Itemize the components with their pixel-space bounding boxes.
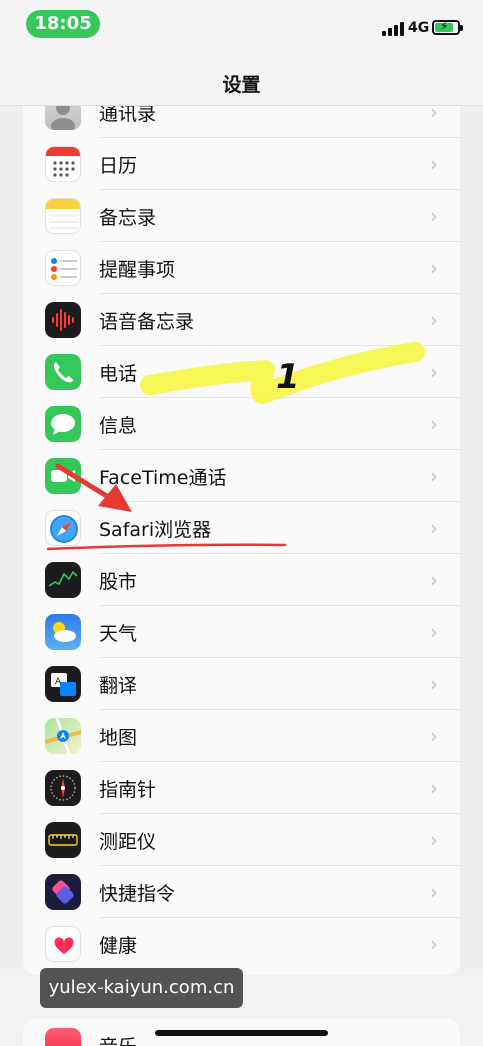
chevron-right-icon: › (430, 204, 438, 228)
settings-row-label: 电话 (99, 363, 138, 385)
settings-row-stocks[interactable]: 股市 › (23, 554, 460, 606)
battery-icon: ⚡ (432, 19, 463, 35)
messages-icon (45, 406, 81, 442)
contacts-icon (45, 106, 81, 130)
chevron-right-icon: › (430, 412, 438, 436)
phone-icon (45, 354, 81, 390)
settings-row-label: 天气 (99, 623, 138, 645)
svg-text:A: A (55, 677, 62, 687)
calendar-icon (45, 146, 81, 182)
shortcuts-icon (45, 874, 81, 910)
settings-row-safari[interactable]: Safari浏览器 › (23, 502, 460, 554)
settings-row-weather[interactable]: 天气 › (23, 606, 460, 658)
settings-row-label: 备忘录 (99, 207, 157, 229)
chevron-right-icon: › (430, 776, 438, 800)
notes-icon (45, 198, 81, 234)
home-indicator[interactable] (155, 1030, 328, 1036)
settings-row-label: 日历 (99, 155, 138, 177)
music-icon (45, 1028, 81, 1046)
settings-row-label: 提醒事项 (99, 259, 176, 281)
chevron-right-icon: › (430, 828, 438, 852)
compass-icon (45, 770, 81, 806)
maps-icon (45, 718, 81, 754)
status-bar: 18:05 4G ⚡ (0, 0, 483, 52)
chevron-right-icon: › (430, 516, 438, 540)
network-type: 4G (408, 20, 430, 36)
watermark: yulex-kaiyun.com.cn (40, 968, 243, 1008)
settings-row-calendar[interactable]: 日历 › (23, 138, 460, 190)
settings-row-label: 信息 (99, 415, 138, 437)
chevron-right-icon: › (430, 568, 438, 592)
chevron-right-icon: › (430, 672, 438, 696)
settings-row-label: Safari浏览器 (99, 519, 212, 541)
settings-row-label: 通讯录 (99, 106, 157, 125)
settings-row-messages[interactable]: 信息 › (23, 398, 460, 450)
chevron-right-icon: › (430, 360, 438, 384)
voice-memos-icon (45, 302, 81, 338)
health-icon (45, 926, 81, 962)
chevron-right-icon: › (430, 464, 438, 488)
chevron-right-icon: › (430, 256, 438, 280)
settings-row-label: 快捷指令 (99, 883, 176, 905)
chevron-right-icon: › (430, 724, 438, 748)
facetime-icon (45, 458, 81, 494)
settings-row-facetime[interactable]: FaceTime通话 › (23, 450, 460, 502)
background-gutter-left (0, 106, 23, 975)
settings-row-measure[interactable]: 测距仪 › (23, 814, 460, 866)
background-gutter-right (460, 106, 483, 975)
reminders-icon (45, 250, 81, 286)
measure-icon (45, 822, 81, 858)
settings-row-voice-memos[interactable]: 语音备忘录 › (23, 294, 460, 346)
weather-icon (45, 614, 81, 650)
settings-row-label: 语音备忘录 (99, 311, 195, 333)
safari-icon (45, 510, 81, 546)
translate-icon: A (45, 666, 81, 702)
cellular-signal-icon (382, 22, 404, 36)
stocks-icon (45, 562, 81, 598)
chevron-right-icon: › (430, 880, 438, 904)
settings-row-label: FaceTime通话 (99, 467, 227, 489)
settings-row-label: 指南针 (99, 779, 157, 801)
settings-row-translate[interactable]: A 翻译 › (23, 658, 460, 710)
settings-row-maps[interactable]: 地图 › (23, 710, 460, 762)
settings-row-label: 地图 (99, 727, 138, 749)
settings-row-reminders[interactable]: 提醒事项 › (23, 242, 460, 294)
settings-row-label: 音乐 (99, 1032, 137, 1046)
chevron-right-icon: › (430, 308, 438, 332)
status-time: 18:05 (26, 10, 100, 38)
chevron-right-icon: › (430, 106, 438, 124)
settings-row-phone[interactable]: 电话 › (23, 346, 460, 398)
settings-row-label: 健康 (99, 935, 138, 957)
settings-row-compass[interactable]: 指南针 › (23, 762, 460, 814)
navigation-bar: 设置 (0, 52, 483, 106)
settings-row-contacts[interactable]: 通讯录 › (23, 106, 460, 138)
settings-row-notes[interactable]: 备忘录 › (23, 190, 460, 242)
settings-row-label: 翻译 (99, 675, 138, 697)
page-title: 设置 (222, 74, 261, 96)
chevron-right-icon: › (430, 932, 438, 956)
settings-list: 通讯录 › 日历 › 备忘录 › 提醒事项 › 语音备忘录 › 电话 › 信息 … (23, 106, 460, 975)
chevron-right-icon: › (430, 152, 438, 176)
settings-row-label: 股市 (99, 571, 138, 593)
chevron-right-icon: › (430, 620, 438, 644)
settings-row-label: 测距仪 (99, 831, 157, 853)
settings-row-shortcuts[interactable]: 快捷指令 › (23, 866, 460, 918)
settings-row-health[interactable]: 健康 › (23, 918, 460, 970)
